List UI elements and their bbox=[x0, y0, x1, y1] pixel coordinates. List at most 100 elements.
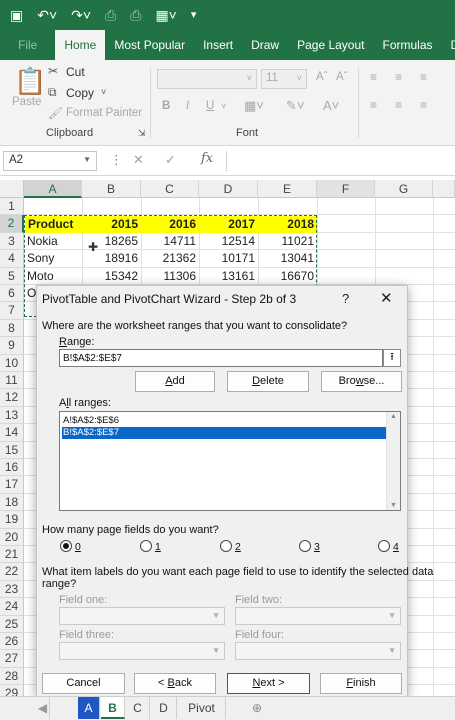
field-three-combo[interactable]: ▼ bbox=[59, 642, 225, 660]
cell-c2[interactable]: 2016 bbox=[141, 216, 199, 233]
cell-a4[interactable]: Sony bbox=[24, 250, 57, 267]
redo-icon[interactable]: ↷˅ bbox=[71, 8, 91, 22]
name-box[interactable]: A2 ▼ bbox=[3, 151, 97, 171]
all-ranges-list[interactable]: A!$A$2:$E$6 B!$A$2:$E$7 ▲ ▼ bbox=[59, 411, 401, 511]
column-header-c[interactable]: C bbox=[141, 180, 199, 198]
cell-d5[interactable]: 13161 bbox=[199, 268, 258, 285]
undo-icon[interactable]: ↶˅ bbox=[37, 8, 57, 22]
form-icon[interactable]: ▦˅ bbox=[155, 8, 176, 22]
select-all-corner[interactable] bbox=[0, 180, 24, 198]
cell-b5[interactable]: 15342 bbox=[82, 268, 141, 285]
row-header[interactable]: 11 bbox=[0, 372, 24, 390]
row-header[interactable]: 21 bbox=[0, 546, 24, 564]
finish-button[interactable]: Finish bbox=[320, 673, 402, 694]
column-header-h[interactable] bbox=[433, 180, 455, 198]
underline-dropdown-icon[interactable]: ˅ bbox=[221, 101, 226, 111]
confirm-entry-icon[interactable]: ✓ bbox=[165, 152, 176, 168]
align-top-icon[interactable]: ≡ bbox=[370, 70, 377, 84]
italic-button[interactable]: I bbox=[186, 100, 189, 112]
row-header[interactable]: 18 bbox=[0, 493, 24, 512]
column-header-d[interactable]: D bbox=[199, 180, 258, 198]
add-sheet-icon[interactable]: ⊕ bbox=[246, 697, 268, 719]
tab-file[interactable]: File bbox=[0, 30, 55, 60]
row-header[interactable]: 13 bbox=[0, 406, 24, 425]
row-header[interactable]: 17 bbox=[0, 476, 24, 494]
row-header[interactable]: 1 bbox=[0, 198, 24, 216]
quick-print-icon[interactable]: ⎙ bbox=[130, 8, 141, 22]
close-icon[interactable]: ✕ bbox=[380, 289, 393, 307]
font-size-combo[interactable]: 11 ˅ bbox=[261, 69, 307, 89]
list-scrollbar[interactable]: ▲ ▼ bbox=[386, 412, 400, 510]
row-header[interactable]: 9 bbox=[0, 337, 24, 355]
tab-formulas[interactable]: Formulas bbox=[373, 30, 441, 60]
tab-page-layout[interactable]: Page Layout bbox=[288, 30, 373, 60]
page-fields-radio-2[interactable] bbox=[220, 540, 232, 552]
borders-icon[interactable]: ▦˅ bbox=[244, 98, 264, 114]
cell-b2[interactable]: 2015 bbox=[82, 216, 141, 233]
row-header[interactable]: 12 bbox=[0, 389, 24, 407]
fill-color-icon[interactable]: ✎˅ bbox=[286, 98, 304, 114]
column-header-e[interactable]: E bbox=[258, 180, 317, 198]
tab-insert[interactable]: Insert bbox=[194, 30, 242, 60]
row-header[interactable]: 10 bbox=[0, 354, 24, 372]
collapse-dialog-icon[interactable]: ⭱ bbox=[383, 349, 401, 367]
list-item[interactable]: A!$A$2:$E$6 bbox=[62, 415, 119, 427]
cell-a5[interactable]: Moto bbox=[24, 268, 57, 285]
bold-button[interactable]: B bbox=[162, 100, 170, 112]
cell-a3[interactable]: Nokia bbox=[24, 233, 61, 250]
font-name-combo[interactable]: ˅ bbox=[157, 69, 257, 89]
copy-dropdown-icon[interactable]: ˅ bbox=[101, 87, 106, 97]
sheet-tab-d[interactable]: D bbox=[151, 697, 177, 719]
row-header[interactable]: 25 bbox=[0, 615, 24, 633]
cell-d3[interactable]: 12514 bbox=[199, 233, 258, 250]
tab-most-popular[interactable]: Most Popular bbox=[105, 30, 194, 60]
row-header[interactable]: 24 bbox=[0, 598, 24, 616]
cell-e4[interactable]: 13041 bbox=[258, 250, 317, 267]
sheet-tab-c[interactable]: C bbox=[126, 697, 150, 719]
tab-draw[interactable]: Draw bbox=[242, 30, 288, 60]
sheet-scroll-icon[interactable]: ◀ bbox=[36, 697, 50, 719]
customize-icon[interactable]: ▾ bbox=[191, 9, 197, 21]
cut-button[interactable]: Cut bbox=[66, 65, 85, 79]
help-icon[interactable]: ? bbox=[342, 291, 349, 306]
paste-button[interactable]: Paste bbox=[12, 96, 41, 108]
browse-button[interactable]: Browse... bbox=[321, 371, 402, 392]
cell-c5[interactable]: 11306 bbox=[141, 268, 199, 285]
back-button[interactable]: < Back bbox=[134, 673, 216, 694]
save-icon[interactable]: ▣ bbox=[10, 8, 23, 22]
page-fields-radio-1[interactable] bbox=[140, 540, 152, 552]
column-header-f[interactable]: F bbox=[317, 180, 375, 198]
align-middle-icon[interactable]: ≡ bbox=[395, 70, 402, 84]
font-color-icon[interactable]: A˅ bbox=[323, 98, 339, 113]
column-header-g[interactable]: G bbox=[375, 180, 433, 198]
column-header-b[interactable]: B bbox=[82, 180, 141, 198]
sheet-tab-b[interactable]: B bbox=[101, 697, 125, 719]
row-header[interactable]: 7 bbox=[0, 302, 24, 320]
format-painter-button[interactable]: Format Painter bbox=[66, 107, 142, 119]
row-header[interactable]: 15 bbox=[0, 441, 24, 459]
cell-a2[interactable]: Product bbox=[25, 216, 82, 233]
copy-button[interactable]: Copy bbox=[66, 86, 94, 100]
sheet-tab-pivot[interactable]: Pivot bbox=[178, 697, 226, 719]
page-fields-radio-3[interactable] bbox=[299, 540, 311, 552]
row-header[interactable]: 6 bbox=[0, 285, 24, 303]
paste-icon[interactable]: 📋 bbox=[14, 66, 46, 97]
tab-data[interactable]: Data bbox=[442, 30, 455, 60]
list-item[interactable]: B!$A$2:$E$7 bbox=[62, 427, 387, 439]
row-header[interactable]: 4 bbox=[0, 250, 24, 268]
cell-e3[interactable]: 11021 bbox=[258, 233, 317, 250]
row-header[interactable]: 23 bbox=[0, 580, 24, 599]
tab-home[interactable]: Home bbox=[55, 30, 106, 60]
formula-input[interactable] bbox=[226, 151, 455, 171]
underline-button[interactable]: U bbox=[206, 100, 214, 112]
cancel-entry-icon[interactable]: ✕ bbox=[133, 152, 144, 168]
row-header[interactable]: 8 bbox=[0, 319, 24, 338]
delete-button[interactable]: Delete bbox=[227, 371, 309, 392]
row-header[interactable]: 19 bbox=[0, 511, 24, 529]
scroll-up-icon[interactable]: ▲ bbox=[390, 413, 397, 420]
column-header-a[interactable]: A bbox=[24, 180, 82, 198]
row-header[interactable]: 20 bbox=[0, 528, 24, 546]
cell-e2[interactable]: 2018 bbox=[258, 216, 317, 233]
field-four-combo[interactable]: ▼ bbox=[235, 642, 401, 660]
clipboard-launcher-icon[interactable]: ⇲ bbox=[138, 128, 146, 139]
